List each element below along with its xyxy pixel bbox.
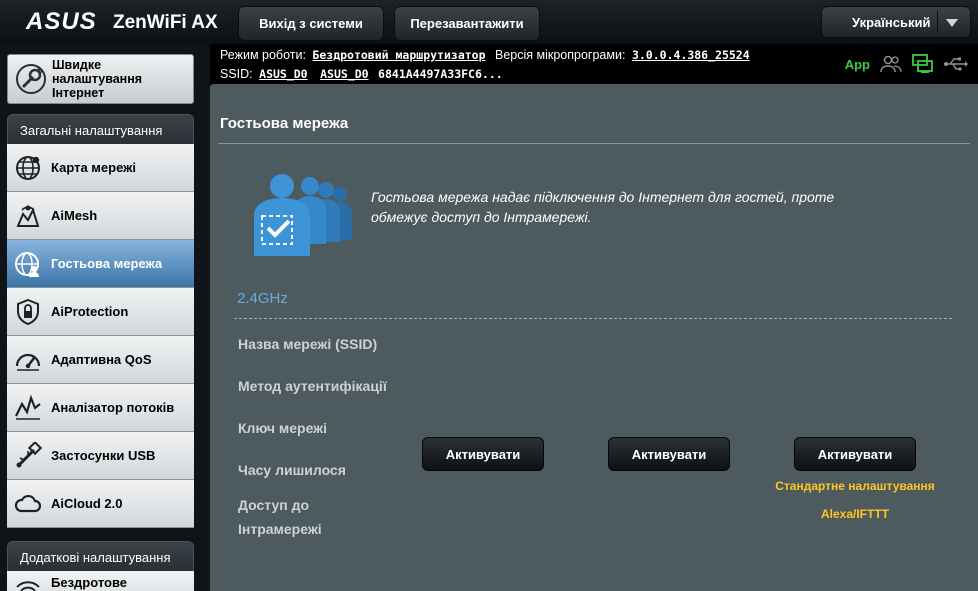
sidebar-item-guest-network[interactable]: Гостьова мережа <box>7 240 194 288</box>
page-title: Гостьова мережа <box>220 115 349 132</box>
app-link[interactable]: App <box>845 57 870 72</box>
globe-icon <box>16 155 40 180</box>
row-label-auth-method: Метод аутентифікації <box>238 378 387 394</box>
language-divider <box>937 11 938 33</box>
sidebar-item-label: AiMesh <box>51 208 98 223</box>
ssid-line: SSID: ASUS_D0 ASUS_D0 6841A4497A33FC6... <box>220 67 503 81</box>
sidebar-item-traffic-analyzer[interactable]: Аналізатор потоків <box>7 384 194 432</box>
band-label-2-4ghz: 2.4GHz <box>237 290 288 307</box>
top-bar: ASUS ZenWiFi AX Вихід з системи Перезава… <box>0 0 978 44</box>
row-label-intranet-access: Доступ до Інтрамережі <box>238 497 322 537</box>
shield-icon <box>17 298 39 325</box>
reboot-button[interactable]: Перезавантажити <box>394 6 540 41</box>
quick-setup-icon <box>16 64 46 94</box>
row-label-ssid: Назва мережі (SSID) <box>238 336 378 352</box>
sidebar: Швидке налаштування Інтернет Загальні на… <box>0 44 200 591</box>
quick-setup-label: Швидке налаштування Інтернет <box>52 58 142 100</box>
sidebar-item-network-map[interactable]: Карта мережі <box>7 144 194 192</box>
ssid-value-3: 6841A4497A33FC6... <box>378 67 503 81</box>
clients-icon[interactable] <box>880 55 902 73</box>
general-settings-header: Загальні налаштування <box>7 114 194 144</box>
main-panel: Гостьова мережа Гостьова мережа надає пі… <box>210 84 978 591</box>
quick-setup-line-1: Швидке <box>52 58 102 72</box>
sidebar-item-label: Аналізатор потоків <box>51 400 175 415</box>
row-label-network-key: Ключ мережі <box>238 420 327 436</box>
guest-network-icon <box>15 251 39 277</box>
default-settings-link[interactable]: Стандартне налаштування <box>770 479 940 493</box>
sidebar-item-label: AiProtection <box>51 304 129 319</box>
quick-internet-setup-button[interactable]: Швидке налаштування Інтернет <box>7 54 194 104</box>
sidebar-item-adaptive-qos[interactable]: Адаптивна QoS <box>7 336 194 384</box>
sidebar-item-wireless[interactable]: Бездротове <box>7 571 194 591</box>
title-divider <box>218 143 970 144</box>
language-select[interactable]: Український <box>821 6 971 38</box>
network-status-icon[interactable] <box>912 54 934 74</box>
logout-button[interactable]: Вихід з системи <box>238 6 384 41</box>
quick-setup-line-2: налаштування <box>52 72 143 86</box>
usb-status-icon[interactable] <box>944 57 968 71</box>
ssid-label: SSID: <box>220 67 253 81</box>
sidebar-item-label: Гостьова мережа <box>51 256 163 271</box>
alexa-ifttt-link[interactable]: Alexa/IFTTT <box>770 507 940 521</box>
sidebar-item-label: Бездротове <box>51 575 128 590</box>
quick-setup-line-3: Інтернет <box>52 86 105 100</box>
sidebar-item-label: Карта мережі <box>51 160 136 175</box>
gauge-icon <box>15 353 41 371</box>
ssid-link-2[interactable]: ASUS_D0 <box>320 67 368 81</box>
sidebar-item-aimesh[interactable]: AiMesh <box>7 192 194 240</box>
aimesh-icon <box>16 205 40 227</box>
sidebar-item-aicloud[interactable]: AiCloud 2.0 <box>7 480 194 528</box>
status-icons: App <box>845 54 968 74</box>
firmware-label: Версія мікропрограми: <box>495 48 626 62</box>
activate-button-1[interactable]: Активувати <box>422 437 544 471</box>
sidebar-item-aiprotection[interactable]: AiProtection <box>7 288 194 336</box>
router-model: ZenWiFi AX <box>113 12 218 33</box>
operation-mode-line: Режим роботи: Бездротовий маршрутизатор … <box>220 48 756 62</box>
advanced-settings-header: Додаткові налаштування <box>7 541 194 571</box>
activate-button-2[interactable]: Активувати <box>608 437 730 471</box>
firmware-link[interactable]: 3.0.0.4.386_25524 <box>632 48 750 62</box>
sidebar-item-label: Застосунки USB <box>51 448 156 463</box>
row-label-time-remaining: Часу лишилося <box>238 462 346 478</box>
guest-users-icon <box>254 174 352 256</box>
operation-mode-link[interactable]: Бездротовий маршрутизатор <box>312 48 485 62</box>
usb-icon <box>16 441 42 467</box>
sidebar-item-label: AiCloud 2.0 <box>51 496 123 511</box>
band-divider <box>234 318 952 319</box>
chevron-down-icon <box>946 19 958 27</box>
traffic-analyzer-icon <box>15 394 41 420</box>
sidebar-item-usb-apps[interactable]: Застосунки USB <box>7 432 194 480</box>
operation-mode-label: Режим роботи: <box>220 48 306 62</box>
activate-button-3[interactable]: Активувати <box>794 437 916 471</box>
asus-logo[interactable]: ASUS <box>26 10 97 34</box>
guest-network-description: Гостьова мережа надає підключення до Інт… <box>371 189 835 225</box>
cloud-icon <box>14 494 42 512</box>
status-info-bar: Режим роботи: Бездротовий маршрутизатор … <box>210 44 978 84</box>
ssid-link-1[interactable]: ASUS_D0 <box>259 67 307 81</box>
sidebar-item-label: Адаптивна QoS <box>51 352 152 367</box>
language-value: Український <box>852 14 931 30</box>
wireless-icon <box>16 581 40 591</box>
